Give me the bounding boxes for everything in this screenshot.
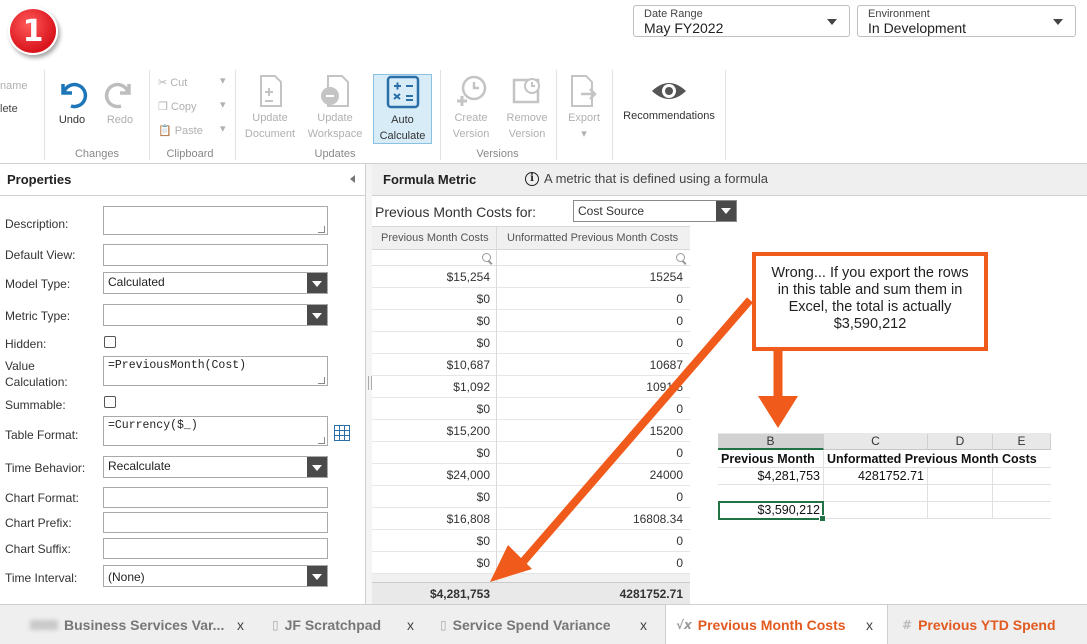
excel-row-1: Previous Month Unformatted Previous Mont…	[718, 451, 1051, 468]
formula-icon: #	[902, 618, 913, 632]
close-icon[interactable]: x	[237, 617, 244, 633]
document-icon: ▯	[272, 618, 279, 632]
excel-row-3	[718, 485, 1051, 502]
tab-business-services[interactable]: Business Services Var... x	[0, 605, 258, 644]
tab-label: Previous Month Costs	[697, 617, 846, 633]
tab-label: JF Scratchpad	[284, 617, 382, 633]
tab-label: Previous YTD Spend	[918, 617, 1056, 633]
close-icon[interactable]: x	[640, 617, 647, 633]
close-icon[interactable]: x	[407, 617, 414, 633]
excel-col-c: C	[824, 434, 928, 450]
excel-cell-c1: Unformatted Previous Month Costs	[827, 452, 1037, 466]
tab-previous-month-costs[interactable]: √x Previous Month Costs x	[665, 605, 888, 644]
excel-col-b: B	[718, 434, 824, 450]
tab-label: Service Spend Variance	[452, 617, 611, 633]
redacted-text	[30, 620, 58, 630]
excel-column-headers: B C D E	[718, 433, 1051, 450]
close-icon[interactable]: x	[866, 617, 873, 633]
arrow-head-diagonal-icon	[490, 545, 532, 582]
formula-icon: √x	[676, 618, 692, 632]
tab-previous-ytd-spend[interactable]: # Previous YTD Spend	[890, 605, 1087, 644]
excel-cell-b2: $4,281,753	[718, 468, 824, 485]
tab-jf-scratchpad[interactable]: ▯ JF Scratchpad x	[262, 605, 426, 644]
excel-col-d: D	[928, 434, 993, 450]
excel-cell-b1: Previous Month	[718, 451, 824, 468]
annotation-callout: Wrong... If you export the rows in this …	[752, 252, 988, 351]
tab-service-spend-variance[interactable]: ▯ Service Spend Variance x	[430, 605, 662, 644]
arrow-diagonal-icon	[518, 297, 754, 566]
document-icon: ▯	[440, 618, 447, 632]
excel-selected-cell	[718, 501, 826, 522]
excel-row-2: $4,281,753 4281752.71	[718, 468, 1051, 485]
tab-label: Business Services Var...	[64, 617, 225, 633]
excel-col-e: E	[993, 434, 1051, 450]
document-tabs: Business Services Var... x ▯ JF Scratchp…	[0, 604, 1087, 644]
arrow-head-down-icon	[758, 396, 798, 428]
excel-cell-c2: 4281752.71	[824, 468, 928, 485]
app-window: 1 Date Range May FY2022 Environment In D…	[0, 0, 1087, 644]
